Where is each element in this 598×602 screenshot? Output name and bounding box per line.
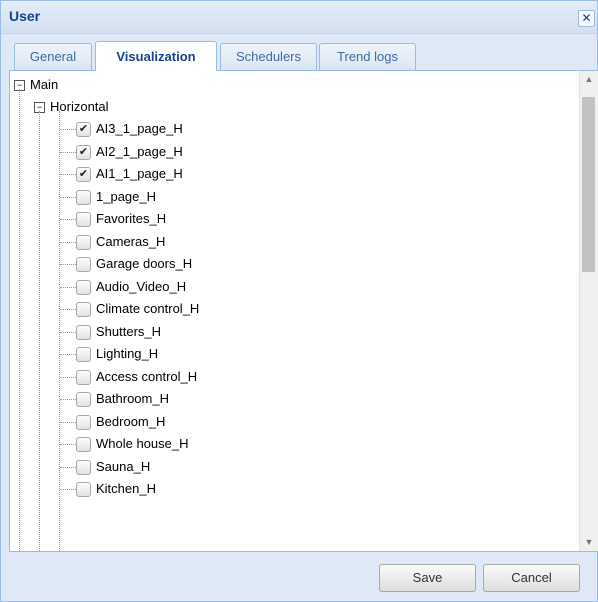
visualization-tree: − Main − Horizontal AI3_1_page_HAI2_1_pa…: [10, 71, 580, 551]
checkbox[interactable]: [76, 257, 91, 272]
scrollbar-thumb[interactable]: [582, 97, 595, 272]
checkbox[interactable]: [76, 234, 91, 250]
user-dialog: User ✕ General Visualization Schedulers …: [0, 0, 598, 602]
checkbox[interactable]: [76, 189, 91, 205]
tree-leaf-label: Shutters_H: [96, 323, 162, 339]
checkbox[interactable]: [76, 122, 91, 137]
tree-leaf-label: Kitchen_H: [96, 481, 156, 496]
tree-leaf-label: Lighting_H: [96, 346, 159, 361]
tab-trend-logs[interactable]: Trend logs: [319, 43, 416, 70]
checkbox[interactable]: [76, 347, 91, 362]
scroll-down-arrow-icon[interactable]: ▼: [580, 534, 598, 551]
tree-connector-line: [39, 111, 40, 551]
checkbox[interactable]: [76, 324, 91, 340]
tree-connector-line: [60, 241, 76, 243]
tab-strip: General Visualization Schedulers Trend l…: [9, 41, 597, 72]
checkbox[interactable]: [76, 392, 91, 407]
checkbox[interactable]: [76, 414, 91, 430]
tree-connector-line: [60, 309, 76, 310]
tree-leaf-label: Access control_H: [96, 368, 198, 384]
tree-connector-line: [60, 376, 76, 378]
tree-connector-line: [60, 354, 76, 355]
tab-visualization[interactable]: Visualization: [95, 41, 217, 72]
close-icon[interactable]: ✕: [578, 10, 595, 27]
tree-connector-line: [60, 286, 76, 288]
tree-connector-line: [19, 89, 20, 551]
tree-connector-line: [60, 444, 76, 445]
checkbox[interactable]: [76, 212, 91, 227]
tree-connector-line: [60, 129, 76, 130]
tree-leaf-label: Sauna_H: [96, 458, 151, 474]
tree-leaf-label: Whole house_H: [96, 436, 189, 451]
checkbox[interactable]: [76, 437, 91, 452]
checkbox[interactable]: [76, 369, 91, 385]
tree-connector-line: [60, 196, 76, 198]
tree-leaf-label: AI3_1_page_H: [96, 121, 183, 136]
tree-leaf-label: AI2_1_page_H: [96, 143, 183, 159]
checkbox[interactable]: [76, 482, 91, 497]
tree-leaf-label: Audio_Video_H: [96, 278, 187, 294]
tree-connector-line: [60, 399, 76, 400]
tree-connector-line: [60, 174, 76, 175]
dialog-title: User: [9, 8, 41, 24]
tree-connector-line: [60, 421, 76, 423]
tab-general[interactable]: General: [14, 43, 92, 70]
tree-connector-line: [60, 151, 76, 153]
scroll-up-arrow-icon[interactable]: ▲: [580, 71, 598, 88]
checkbox[interactable]: [76, 302, 91, 317]
tree-leaf-label: Cameras_H: [96, 233, 166, 249]
title-bar[interactable]: User ✕: [1, 1, 597, 34]
tree-connector-line: [60, 489, 76, 490]
tree-leaf-label: Bathroom_H: [96, 391, 169, 406]
tree-connector-line: [60, 331, 76, 333]
tree-leaf-label: Climate control_H: [96, 301, 200, 316]
visualization-panel: − Main − Horizontal AI3_1_page_HAI2_1_pa…: [9, 71, 598, 552]
tab-schedulers[interactable]: Schedulers: [220, 43, 317, 70]
checkbox[interactable]: [76, 144, 91, 160]
tree-leaf-label: Garage doors_H: [96, 256, 193, 271]
tree-connector-line: [60, 219, 76, 220]
checkbox[interactable]: [76, 279, 91, 295]
cancel-button[interactable]: Cancel: [483, 564, 580, 592]
tree-leaf-label: 1_page_H: [96, 188, 156, 204]
tree-connector-line: [60, 466, 76, 468]
tree-leaf-label: Bedroom_H: [96, 413, 166, 429]
save-button[interactable]: Save: [379, 564, 476, 592]
tree-node-label: Main: [30, 77, 59, 92]
tree-leaf-label: AI1_1_page_H: [96, 166, 183, 181]
checkbox[interactable]: [76, 459, 91, 475]
vertical-scrollbar[interactable]: ▲ ▼: [579, 71, 598, 551]
dialog-footer: Save Cancel: [1, 553, 597, 601]
tree-connector-line: [60, 264, 76, 265]
checkbox[interactable]: [76, 167, 91, 182]
tree-leaf-label: Favorites_H: [96, 211, 167, 226]
